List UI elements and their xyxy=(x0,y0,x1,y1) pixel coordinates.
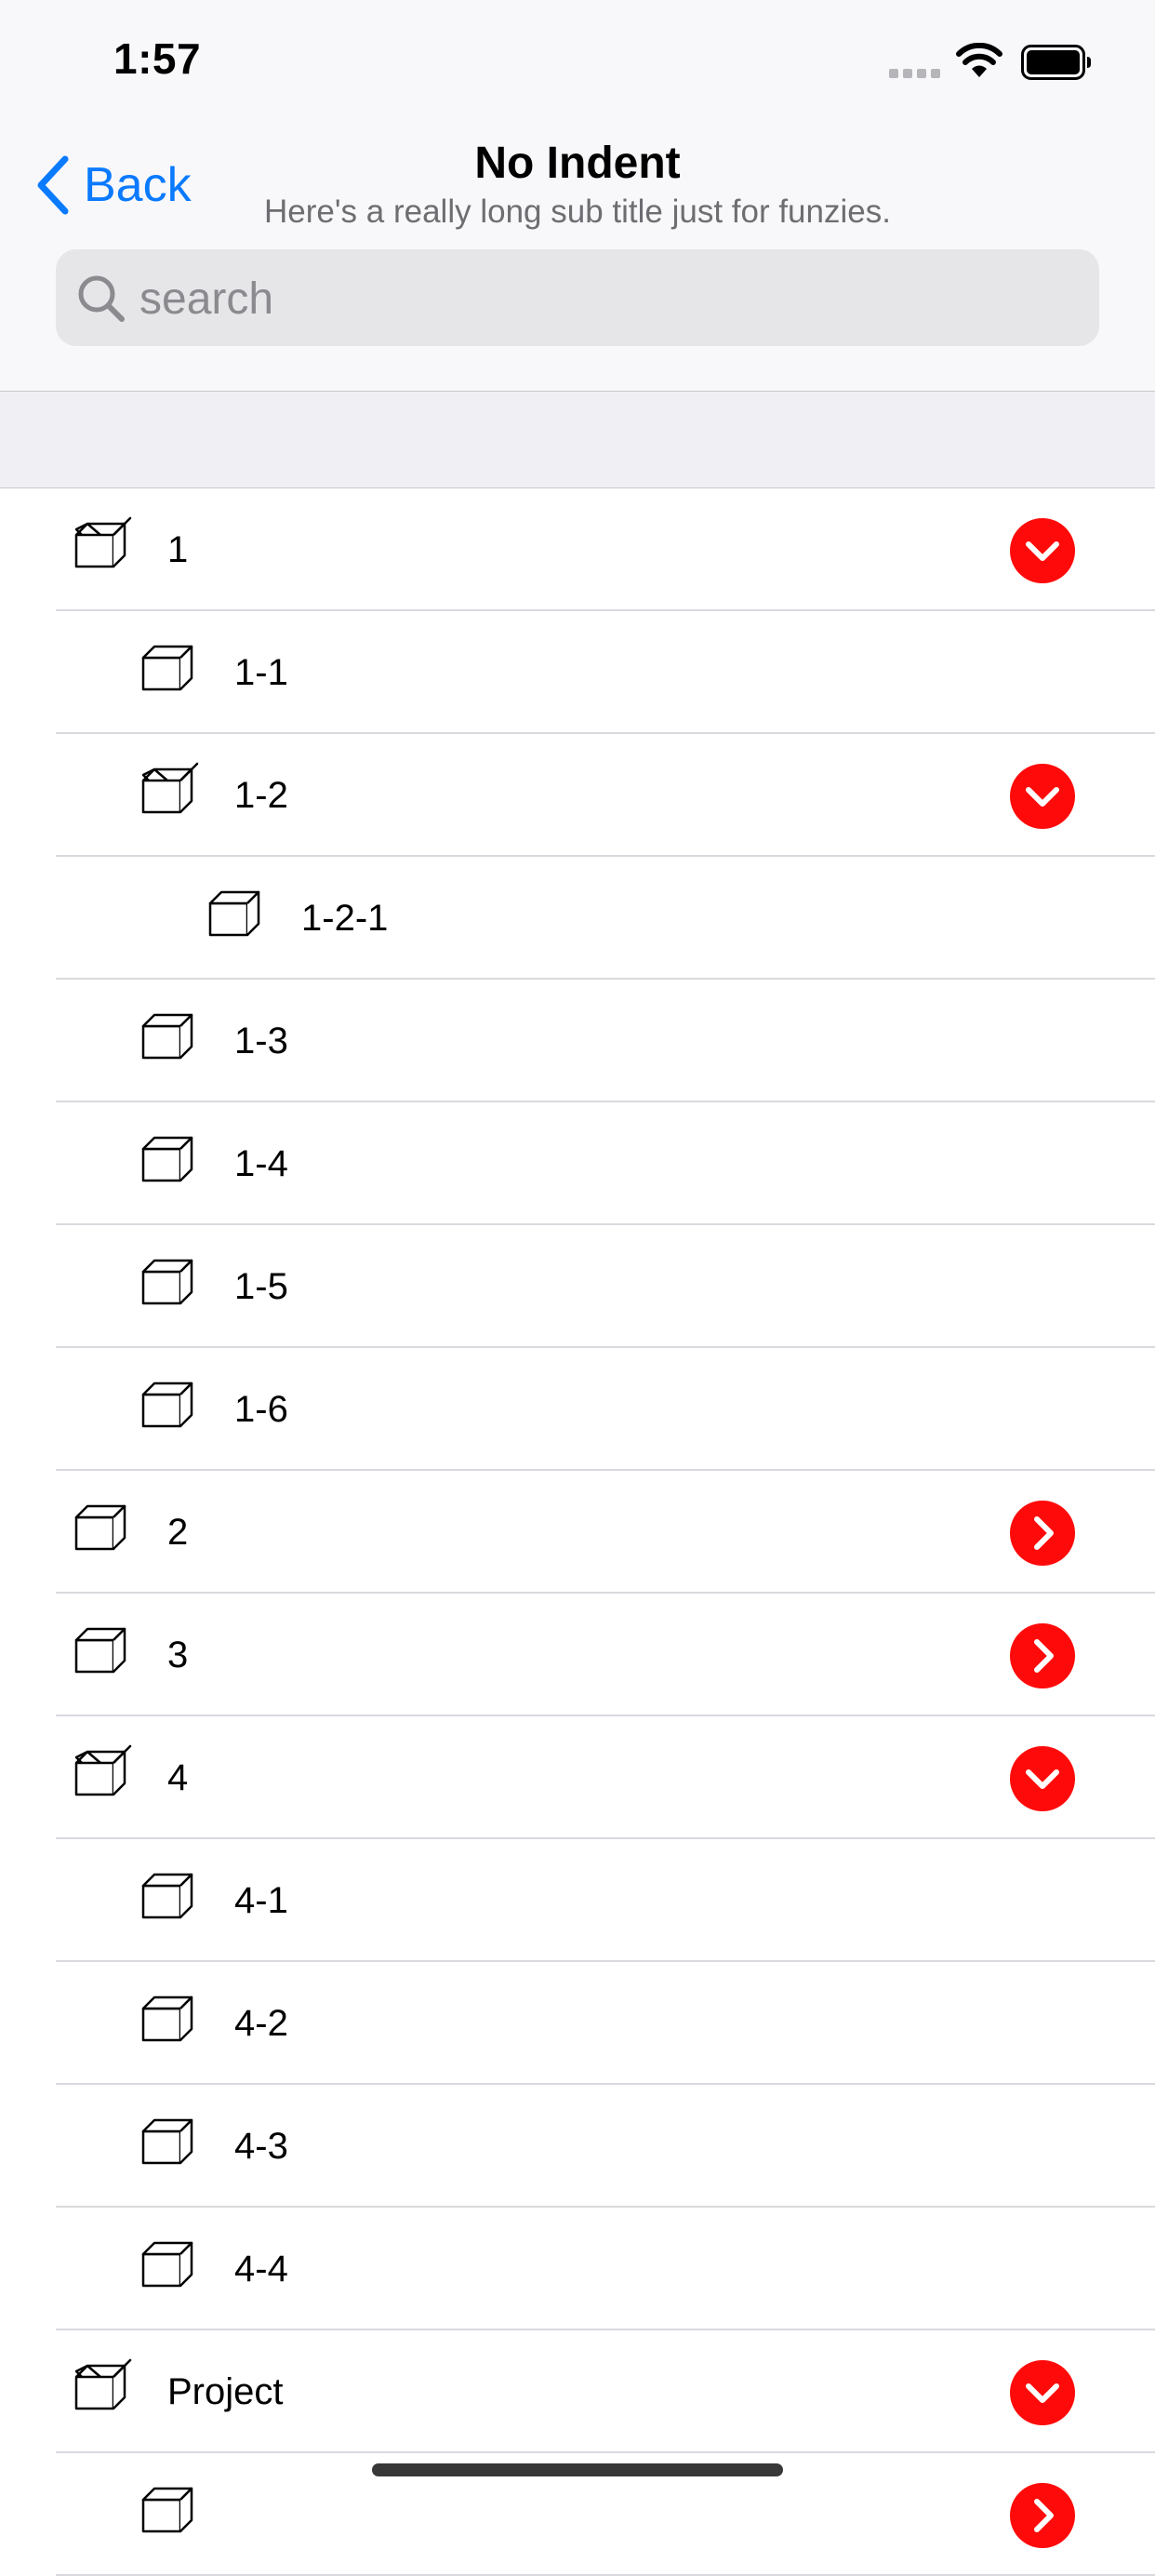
status-bar: 1:57 xyxy=(0,0,1155,123)
cellular-signal-icon xyxy=(889,69,940,78)
tree-row[interactable]: 1-1 xyxy=(0,611,1155,734)
search-bar[interactable] xyxy=(56,249,1099,348)
box-icon xyxy=(74,1504,126,1551)
tree-row-label: 1-1 xyxy=(234,652,288,693)
page-subtitle: Here's a really long sub title just for … xyxy=(264,194,891,230)
box-icon xyxy=(141,1259,193,1305)
tree-row-label: 4 xyxy=(167,1757,189,1798)
expand-button[interactable] xyxy=(1010,1623,1075,1688)
box-icon xyxy=(141,1381,193,1428)
wifi-icon xyxy=(956,43,1002,77)
home-indicator[interactable] xyxy=(372,2463,783,2476)
tree-row[interactable]: 1-6 xyxy=(0,1348,1155,1471)
collapse-button[interactable] xyxy=(1010,2360,1075,2425)
tree-row-label: 2 xyxy=(167,1512,189,1553)
tree-row-label: 4-1 xyxy=(234,1880,288,1921)
box-icon xyxy=(141,645,193,691)
open-box-icon xyxy=(74,2358,132,2410)
search-icon xyxy=(78,275,125,322)
open-box-icon xyxy=(74,516,132,568)
box-icon xyxy=(141,2487,193,2533)
expand-button[interactable] xyxy=(1010,2483,1075,2548)
box-icon xyxy=(141,1873,193,1919)
tree-row-label: 4-3 xyxy=(234,2126,288,2167)
chevron-down-icon xyxy=(1026,1769,1059,1789)
tree-row-label: 1-2-1 xyxy=(301,898,389,939)
tree-row[interactable]: 1-5 xyxy=(0,1225,1155,1348)
tree-row-label: 1-2 xyxy=(234,775,288,816)
tree-row[interactable]: 1-2-1 xyxy=(0,857,1155,980)
tree-row-label: 4-2 xyxy=(234,2003,288,2044)
chevron-down-icon xyxy=(1026,541,1059,561)
tree-row-label: 1-6 xyxy=(234,1389,288,1430)
tree-row[interactable]: 1 xyxy=(0,488,1155,611)
expand-button[interactable] xyxy=(1010,1501,1075,1566)
collapse-button[interactable] xyxy=(1010,518,1075,583)
tree-row[interactable]: 3 xyxy=(0,1594,1155,1716)
box-icon xyxy=(141,2241,193,2288)
chevron-down-icon xyxy=(1026,2383,1059,2403)
tree-row[interactable]: 4-2 xyxy=(0,1962,1155,2085)
collapse-button[interactable] xyxy=(1010,764,1075,829)
tree-row[interactable]: 4-1 xyxy=(0,1839,1155,1962)
open-box-icon xyxy=(141,762,199,814)
tree-row[interactable]: 4 xyxy=(0,1716,1155,1839)
tree-row[interactable]: Project xyxy=(0,2330,1155,2453)
tree-row-label: 1-3 xyxy=(234,1021,288,1061)
box-icon xyxy=(141,1013,193,1060)
box-icon xyxy=(208,890,260,937)
tree-row-label: 4-4 xyxy=(234,2249,288,2289)
tree-row-label: Project xyxy=(167,2371,284,2412)
chevron-down-icon xyxy=(1026,787,1059,807)
collapse-button[interactable] xyxy=(1010,1746,1075,1811)
box-icon xyxy=(141,1136,193,1182)
box-icon xyxy=(141,2118,193,2165)
tree-row-label: 1-5 xyxy=(234,1266,288,1307)
search-input[interactable] xyxy=(138,249,1071,348)
box-icon xyxy=(74,1627,126,1674)
chevron-right-icon xyxy=(1034,2499,1054,2532)
page-title: No Indent xyxy=(474,139,681,188)
open-box-icon xyxy=(74,1744,132,1796)
tree-row-label: 1-4 xyxy=(234,1143,288,1184)
status-time: 1:57 xyxy=(113,34,202,83)
chevron-right-icon xyxy=(1034,1639,1054,1673)
tree-list: 1 1-1 1-2 1-2-1 1-3 1-4 1-5 1-6 2 3 4 4-1 4-2 4-3 4-4 P… xyxy=(0,488,1155,2576)
tree-row[interactable]: 2 xyxy=(0,1471,1155,1594)
tree-row-label: 3 xyxy=(167,1635,189,1675)
tree-row[interactable]: 1-3 xyxy=(0,980,1155,1102)
box-icon xyxy=(141,1995,193,2042)
tree-row[interactable]: 4-4 xyxy=(0,2208,1155,2330)
tree-row[interactable]: 4-3 xyxy=(0,2085,1155,2208)
tree-row[interactable]: 1-4 xyxy=(0,1102,1155,1225)
tree-row-label: 1 xyxy=(167,529,189,570)
chevron-right-icon xyxy=(1034,1516,1054,1550)
tree-row[interactable]: 1-2 xyxy=(0,734,1155,857)
section-header xyxy=(0,392,1155,488)
battery-icon xyxy=(1021,45,1091,80)
